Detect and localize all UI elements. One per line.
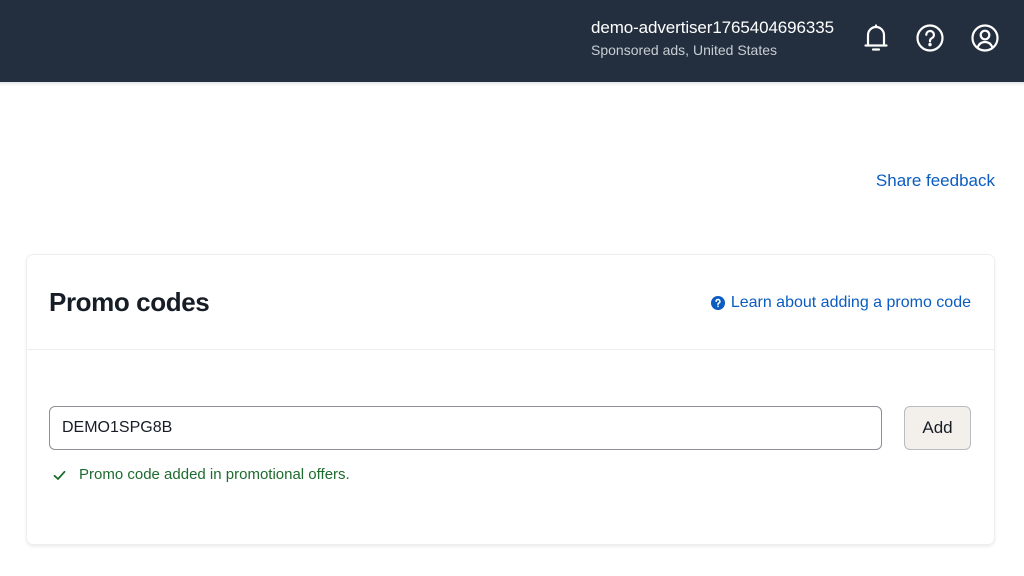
learn-promo-code-link[interactable]: Learn about adding a promo code (710, 292, 971, 314)
card-divider (27, 349, 994, 350)
promo-code-input[interactable] (49, 406, 882, 450)
help-circle-icon (710, 296, 725, 310)
success-message: Promo code added in promotional offers. (53, 465, 350, 485)
add-promo-button[interactable]: Add (904, 406, 971, 450)
help-icon (916, 24, 944, 52)
top-navigation-bar: demo-advertiser1765404696335 Sponsored a… (0, 0, 1024, 82)
success-message-text: Promo code added in promotional offers. (79, 466, 350, 483)
card-title: Promo codes (49, 287, 210, 317)
help-button[interactable] (914, 21, 946, 55)
account-marketplace: Sponsored ads, United States (591, 42, 778, 58)
account-switcher[interactable]: demo-advertiser1765404696335 Sponsored a… (591, 17, 834, 60)
profile-button[interactable] (969, 21, 1001, 55)
bell-icon (864, 24, 888, 51)
check-icon (53, 470, 66, 480)
header-shadow (0, 82, 1024, 86)
promo-codes-card: Promo codes Learn about adding a promo c… (27, 255, 994, 544)
user-icon (971, 24, 999, 52)
share-feedback-link[interactable]: Share feedback (876, 170, 995, 192)
notifications-button[interactable] (860, 21, 892, 55)
account-name: demo-advertiser1765404696335 (591, 18, 834, 37)
learn-link-label: Learn about adding a promo code (730, 294, 971, 311)
